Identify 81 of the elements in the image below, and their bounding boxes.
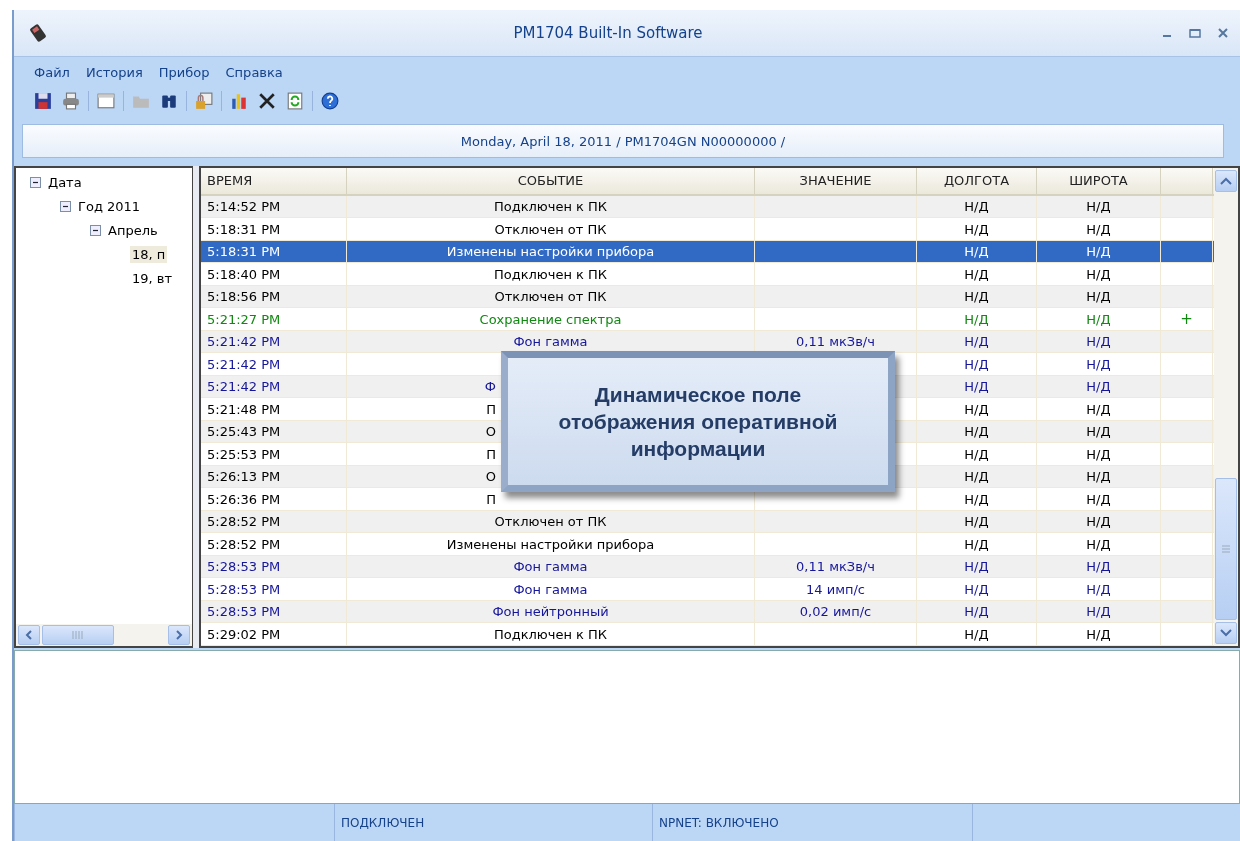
table-cell: Н/Д [917,420,1037,443]
table-cell: Н/Д [1037,555,1161,578]
table-cell: Н/Д [1037,263,1161,285]
window-title: PM1704 Built-In Software [512,24,704,42]
table-cell: Фон нейтронный [347,600,755,623]
table-cell: 5:29:02 PM [201,623,347,645]
table-cell: Н/Д [917,285,1037,308]
table-cell: Н/Д [917,353,1037,375]
table-cell: Н/Д [1037,578,1161,600]
table-cell: Н/Д [917,443,1037,465]
table-cell: 5:21:42 PM [201,353,347,375]
info-bar: Monday, April 18, 2011 / PM1704GN N00000000 / [22,124,1224,158]
table-cell: Н/Д [1037,330,1161,353]
table-cell: Н/Д [917,555,1037,578]
table-cell: Н/Д [1037,195,1161,218]
table-cell: Н/Д [917,533,1037,555]
table-cell: 5:25:43 PM [201,420,347,443]
table-cell: Н/Д [917,240,1037,263]
table-cell: 5:18:40 PM [201,263,347,285]
table-cell: 5:25:53 PM [201,443,347,465]
table-cell: 5:18:56 PM [201,285,347,308]
table-cell: Н/Д [1037,308,1161,330]
table-cell: Н/Д [917,263,1037,285]
table-cell: Фон гамма [347,555,755,578]
table-cell: 5:18:31 PM [201,218,347,240]
table-cell: Н/Д [917,623,1037,645]
table-cell: Н/Д [917,510,1037,533]
table-cell: Н/Д [917,600,1037,623]
table-cell: Н/Д [1037,533,1161,555]
table-cell: 14 имп/с [755,578,917,600]
table-cell: 0,02 имп/с [755,600,917,623]
table-cell: Н/Д [1037,375,1161,398]
table-cell: Н/Д [1037,623,1161,645]
table-cell: 5:21:27 PM [201,308,347,330]
table-cell: Подключен к ПК [347,195,755,218]
table-cell: Отключен от ПК [347,285,755,308]
table-cell: 5:28:52 PM [201,510,347,533]
table-cell: Н/Д [1037,510,1161,533]
table-cell: Н/Д [917,578,1037,600]
status-text: NPNET: ВКЛЮЧЕНО [652,804,972,841]
table-cell: Н/Д [1037,353,1161,375]
table-cell: 5:18:31 PM [201,240,347,263]
table-cell: Фон гамма [347,578,755,600]
table-cell: Н/Д [917,330,1037,353]
table-cell: 5:21:42 PM [201,330,347,353]
table-cell: 5:14:52 PM [201,195,347,218]
table-cell: Н/Д [1037,420,1161,443]
table-cell: Н/Д [917,308,1037,330]
table-cell: Н/Д [1037,488,1161,510]
table-cell: Отключен от ПК [347,510,755,533]
table-cell: Н/Д [1037,285,1161,308]
table-cell: Н/Д [917,465,1037,488]
table-cell: Н/Д [917,398,1037,420]
table-cell: 5:28:53 PM [201,600,347,623]
table-cell: 5:21:48 PM [201,398,347,420]
table-cell: 5:28:53 PM [201,578,347,600]
table-cell: Подключен к ПК [347,263,755,285]
table-cell: Н/Д [1037,600,1161,623]
table-cell: Н/Д [1037,398,1161,420]
table-cell: 5:21:42 PM [201,375,347,398]
table-cell: Н/Д [1037,465,1161,488]
table-cell: Изменены настройки прибора [347,533,755,555]
table-cell: Подключен к ПК [347,623,755,645]
table-cell: Отключен от ПК [347,218,755,240]
table-cell: Н/Д [1037,240,1161,263]
table-cell: 5:28:53 PM [201,555,347,578]
table-cell: 5:26:36 PM [201,488,347,510]
table-cell: 0,11 мкЗв/ч [755,555,917,578]
table-cell: + [1161,308,1213,330]
table-cell: Н/Д [917,488,1037,510]
table-cell: Н/Д [917,218,1037,240]
table-cell: Н/Д [917,195,1037,218]
table-cell: Н/Д [1037,443,1161,465]
table-cell: Сохранение спектра [347,308,755,330]
table-cell: 5:26:13 PM [201,465,347,488]
callout-tooltip: Динамическое поле отображения оперативной информации [501,351,895,492]
table-cell: Изменены настройки прибора [347,240,755,263]
status-text: ПОДКЛЮЧЕН [334,804,652,841]
table-cell: 5:28:52 PM [201,533,347,555]
table-cell: Н/Д [917,375,1037,398]
table-cell: Н/Д [1037,218,1161,240]
